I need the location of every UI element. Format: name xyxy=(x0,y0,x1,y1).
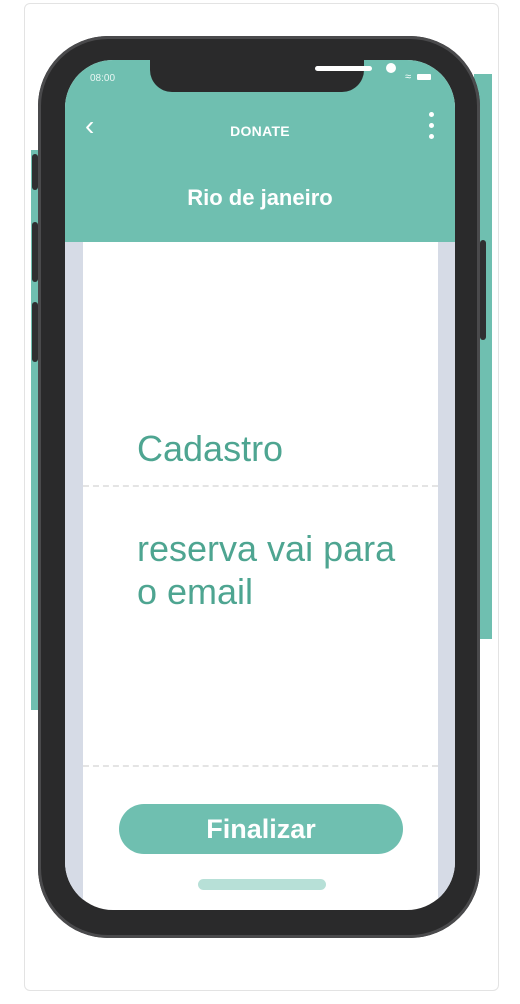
phone-power-button xyxy=(480,240,486,340)
phone-screen: 08:00 ≈ ‹ DONATE Rio de janeiro Cadastro… xyxy=(65,60,455,910)
phone-side-button xyxy=(32,154,38,190)
status-time: 08:00 xyxy=(90,73,116,84)
camera-dot xyxy=(386,63,396,73)
battery-icon xyxy=(417,74,431,80)
cadastro-text: Cadastro xyxy=(137,428,284,469)
page-subtitle: Rio de janeiro xyxy=(187,185,333,210)
nav-title: DONATE xyxy=(230,123,290,139)
right-side-strip xyxy=(438,242,455,910)
status-icons: ≈ xyxy=(405,71,431,83)
divider-line xyxy=(83,485,438,487)
finalizar-button[interactable]: Finalizar xyxy=(119,804,403,854)
home-indicator xyxy=(198,879,326,890)
wifi-icon: ≈ xyxy=(404,71,411,83)
phone-notch xyxy=(150,60,396,92)
speaker-grille xyxy=(315,66,372,71)
phone-side-button xyxy=(32,222,38,282)
email-text: o email xyxy=(137,571,254,612)
left-side-strip xyxy=(65,242,83,910)
app-header: 08:00 ≈ ‹ DONATE Rio de janeiro xyxy=(65,60,455,242)
phone-side-button xyxy=(32,302,38,362)
more-vertical-icon[interactable] xyxy=(429,112,435,145)
divider-line xyxy=(83,765,438,767)
reserva-text: reserva vai para xyxy=(137,528,396,569)
